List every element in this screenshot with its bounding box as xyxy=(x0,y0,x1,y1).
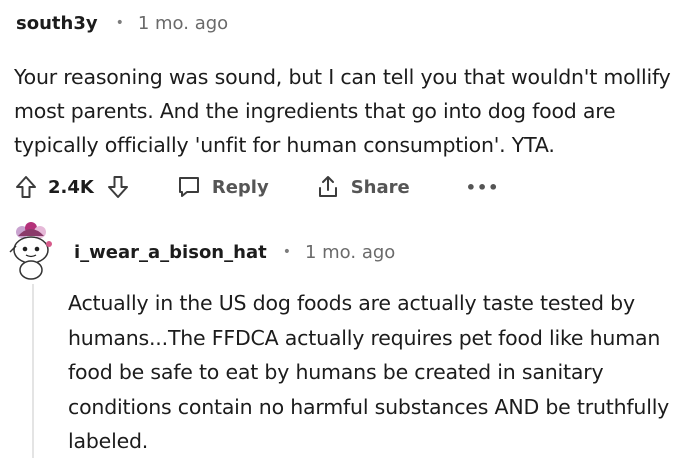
more-options-button[interactable]: ••• xyxy=(466,178,500,197)
comment-author[interactable]: south3y xyxy=(16,13,98,34)
comment-body-line: typically officially 'unfit for human co… xyxy=(14,133,555,157)
thread-line[interactable] xyxy=(32,284,34,458)
reply-button[interactable]: Reply xyxy=(176,174,269,200)
share-button[interactable]: Share xyxy=(315,174,410,200)
reply-body: Actually in the US dog foods are actuall… xyxy=(68,286,700,458)
snoo-avatar-icon[interactable] xyxy=(4,220,58,280)
meta-separator: • xyxy=(115,15,124,31)
reply-body-line: humans...The FFDCA actually requires pet… xyxy=(68,325,661,350)
reply-body-line: labeled. xyxy=(68,429,149,453)
comment-body-line: Your reasoning was sound, but I can tell… xyxy=(14,65,671,89)
comment-body-line: most parents. And the ingredients that g… xyxy=(14,99,616,123)
reply-label: Reply xyxy=(211,176,269,198)
meta-separator: • xyxy=(282,244,291,260)
comment-header: south3y • 1 mo. ago xyxy=(16,10,228,36)
arrow-down-icon[interactable] xyxy=(106,174,130,200)
comment-timestamp[interactable]: 1 mo. ago xyxy=(138,13,228,34)
share-icon xyxy=(318,176,337,197)
reply-body-line: Actually in the US dog foods are actuall… xyxy=(68,291,635,315)
reply-timestamp[interactable]: 1 mo. ago xyxy=(305,242,395,263)
reply-author[interactable]: i_wear_a_bison_hat xyxy=(74,242,267,263)
arrow-up-icon[interactable] xyxy=(14,174,38,200)
chat-bubble-icon xyxy=(178,177,199,197)
reply-body-line: conditions contain no harmful substances… xyxy=(68,394,670,419)
vote-count: 2.4K xyxy=(48,176,94,198)
reply-header: i_wear_a_bison_hat • 1 mo. ago xyxy=(74,240,395,264)
comment-body: Your reasoning was sound, but I can tell… xyxy=(14,60,700,162)
reply-body-line: food be safe to eat by humans be created… xyxy=(68,360,604,384)
share-label: Share xyxy=(350,176,410,198)
comment-actions: 2.4K Reply Share ••• xyxy=(14,170,499,204)
